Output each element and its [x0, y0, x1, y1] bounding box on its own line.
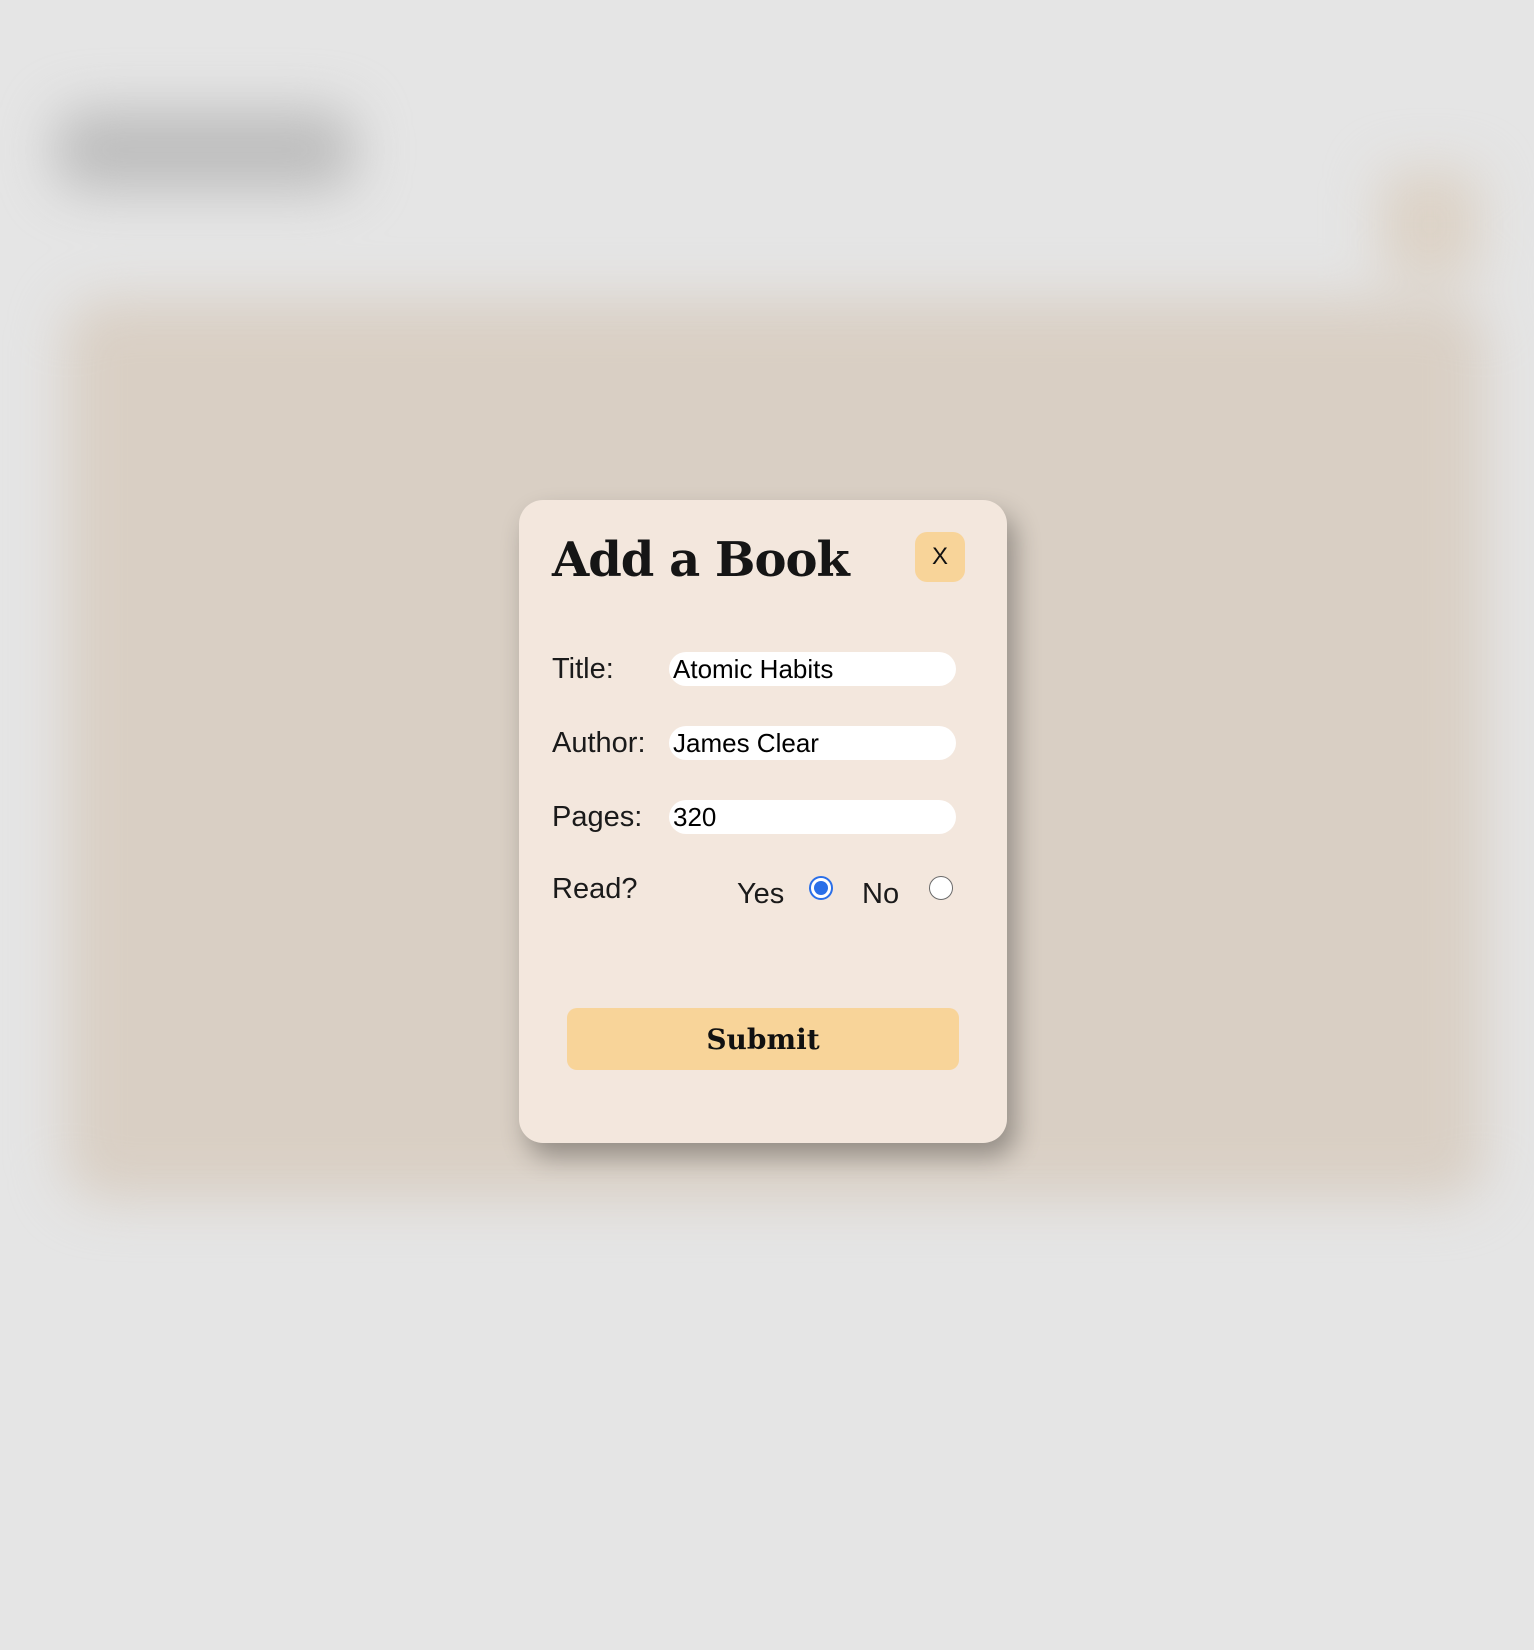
submit-button[interactable]: Submit: [567, 1008, 959, 1070]
title-label: Title:: [552, 653, 614, 685]
pages-input[interactable]: [669, 800, 956, 834]
read-yes-radio[interactable]: [809, 876, 833, 900]
close-button[interactable]: X: [915, 532, 965, 582]
read-label: Read?: [552, 873, 638, 905]
pages-label: Pages:: [552, 801, 643, 833]
read-yes-label: Yes: [737, 878, 785, 910]
radio-selected-dot: [814, 881, 828, 895]
blurred-header-logo: [55, 110, 355, 190]
read-no-radio[interactable]: [929, 876, 953, 900]
add-book-dialog: Add a Book X Title: Author: Pages: Read?…: [519, 500, 1007, 1143]
author-input[interactable]: [669, 726, 956, 760]
dialog-title: Add a Book: [552, 532, 850, 588]
title-input[interactable]: [669, 652, 956, 686]
author-label: Author:: [552, 727, 646, 759]
read-no-label: No: [862, 878, 900, 910]
blurred-header-button: [1380, 170, 1480, 280]
